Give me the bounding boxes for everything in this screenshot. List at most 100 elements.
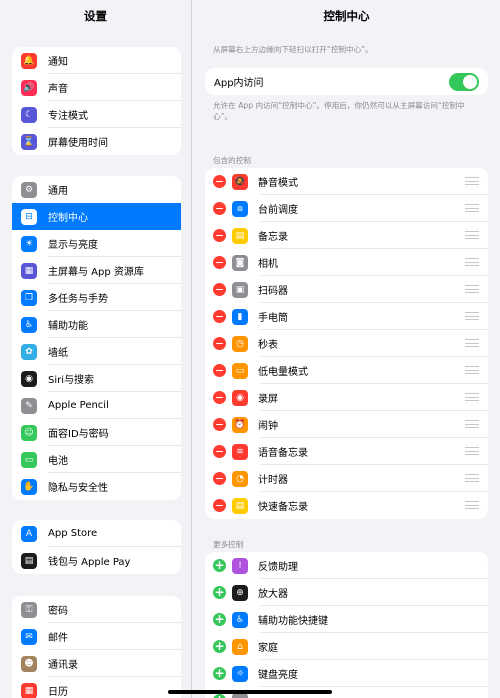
sidebar-item-speaker[interactable]: 🔊 声音 bbox=[12, 74, 181, 101]
sidebar-item-gear[interactable]: ⚙ 通用 bbox=[12, 176, 181, 203]
remove-control-button[interactable] bbox=[213, 283, 226, 296]
key-icon: ⚿ bbox=[21, 601, 37, 618]
notes-icon: ▤ bbox=[232, 227, 248, 244]
sidebar-item-label: 面容ID与密码 bbox=[48, 429, 109, 440]
reorder-handle-icon[interactable] bbox=[465, 366, 479, 377]
app-access-toggle[interactable] bbox=[449, 72, 479, 91]
sidebar-item-siri[interactable]: ◉ Siri与搜索 bbox=[12, 365, 181, 392]
sidebar-item-label: 邮件 bbox=[48, 633, 68, 644]
sidebar-group-store: A App Store ▤ 钱包与 Apple Pay bbox=[12, 520, 181, 574]
moon-icon: ☾ bbox=[21, 106, 37, 123]
siri-icon: ◉ bbox=[21, 370, 37, 387]
control-label: 录屏 bbox=[258, 394, 278, 405]
sidebar-item-key[interactable]: ⚿ 密码 bbox=[12, 596, 181, 623]
sun-icon: ☀ bbox=[21, 235, 37, 252]
sidebar-item-multitask[interactable]: ❐ 多任务与手势 bbox=[12, 284, 181, 311]
included-control-row: ≋ 语音备忘录 bbox=[205, 438, 488, 465]
remove-control-button[interactable] bbox=[213, 472, 226, 485]
keyboard-brightness-icon: ☼ bbox=[232, 665, 248, 682]
sidebar-item-flower[interactable]: ✿ 墙纸 bbox=[12, 338, 181, 365]
sidebar-item-moon[interactable]: ☾ 专注模式 bbox=[12, 101, 181, 128]
sidebar-item-calendar[interactable]: ▦ 日历 bbox=[12, 677, 181, 698]
sidebar-item-label: 通讯录 bbox=[48, 660, 78, 671]
add-control-button[interactable]: + bbox=[213, 559, 226, 572]
remove-control-button[interactable] bbox=[213, 445, 226, 458]
add-control-button[interactable]: + bbox=[213, 694, 226, 698]
remove-control-button[interactable] bbox=[213, 337, 226, 350]
sidebar-item-home-grid[interactable]: ▦ 主屏幕与 App 资源库 bbox=[12, 257, 181, 284]
sidebar-item-mail[interactable]: ✉ 邮件 bbox=[12, 623, 181, 650]
reorder-handle-icon[interactable] bbox=[465, 312, 479, 323]
reorder-handle-icon[interactable] bbox=[465, 177, 479, 188]
included-control-row: ⏰ 闹钟 bbox=[205, 411, 488, 438]
calendar-icon: ▦ bbox=[21, 682, 37, 698]
sidebar-item-label: Apple Pencil bbox=[48, 400, 109, 411]
sidebar-item-sun[interactable]: ☀ 显示与亮度 bbox=[12, 230, 181, 257]
add-control-button[interactable]: + bbox=[213, 586, 226, 599]
remove-control-button[interactable] bbox=[213, 202, 226, 215]
add-control-button[interactable]: + bbox=[213, 667, 226, 680]
control-center-pane: 控制中心 从屏幕右上方边缘向下轻扫以打开“控制中心”。 App内访问 允许在 A… bbox=[193, 0, 500, 698]
sidebar-item-pencil[interactable]: ✎ Apple Pencil bbox=[12, 392, 181, 419]
reorder-handle-icon[interactable] bbox=[465, 393, 479, 404]
included-header: 包含的控制 bbox=[213, 156, 251, 165]
add-control-button[interactable]: + bbox=[213, 640, 226, 653]
reorder-handle-icon[interactable] bbox=[465, 501, 479, 512]
sidebar-item-label: 主屏幕与 App 资源库 bbox=[48, 267, 144, 278]
accessibility-icon: ♿ bbox=[21, 316, 37, 333]
sidebar-item-toggles[interactable]: ⊟ 控制中心 bbox=[12, 203, 181, 230]
wallet-icon: ▤ bbox=[21, 552, 37, 569]
toggle-knob bbox=[463, 74, 477, 89]
app-access-label: App内访问 bbox=[214, 78, 264, 89]
sidebar-item-hourglass[interactable]: ⌛ 屏幕使用时间 bbox=[12, 128, 181, 155]
sidebar-item-label: 声音 bbox=[48, 84, 68, 95]
sidebar-item-label: 专注模式 bbox=[48, 111, 88, 122]
control-label: 放大器 bbox=[258, 589, 288, 600]
sidebar-item-battery[interactable]: ▭ 电池 bbox=[12, 446, 181, 473]
reorder-handle-icon[interactable] bbox=[465, 285, 479, 296]
reorder-handle-icon[interactable] bbox=[465, 204, 479, 215]
remove-control-button[interactable] bbox=[213, 229, 226, 242]
more-control-row: + ⊕ 放大器 bbox=[205, 579, 488, 606]
remove-control-button[interactable] bbox=[213, 364, 226, 377]
sidebar-item-accessibility[interactable]: ♿ 辅助功能 bbox=[12, 311, 181, 338]
battery-icon: ▭ bbox=[21, 451, 37, 468]
included-control-row: ▣ 扫码器 bbox=[205, 276, 488, 303]
bell-icon: 🔔 bbox=[21, 52, 37, 69]
control-label: 相机 bbox=[258, 259, 278, 270]
reorder-handle-icon[interactable] bbox=[465, 420, 479, 431]
sidebar-item-appstore[interactable]: A App Store bbox=[12, 520, 181, 547]
remove-control-button[interactable] bbox=[213, 499, 226, 512]
included-control-row: ▤ 备忘录 bbox=[205, 222, 488, 249]
reorder-handle-icon[interactable] bbox=[465, 258, 479, 269]
quick-note-icon: ▤ bbox=[232, 497, 248, 514]
reorder-handle-icon[interactable] bbox=[465, 447, 479, 458]
sidebar-item-label: Siri与搜索 bbox=[48, 375, 95, 386]
sidebar-item-label: 显示与亮度 bbox=[48, 240, 98, 251]
remove-control-button[interactable] bbox=[213, 418, 226, 431]
stage-manager-icon: ⧈ bbox=[232, 200, 248, 217]
add-control-button[interactable]: + bbox=[213, 613, 226, 626]
access-card: App内访问 bbox=[205, 68, 488, 95]
sidebar-item-label: 日历 bbox=[48, 687, 68, 698]
sidebar-item-faceid[interactable]: ☺ 面容ID与密码 bbox=[12, 419, 181, 446]
remove-control-button[interactable] bbox=[213, 391, 226, 404]
sidebar-item-contacts[interactable]: ☻ 通讯录 bbox=[12, 650, 181, 677]
remove-control-button[interactable] bbox=[213, 256, 226, 269]
sidebar-item-wallet[interactable]: ▤ 钱包与 Apple Pay bbox=[12, 547, 181, 574]
sidebar-item-label: 通知 bbox=[48, 57, 68, 68]
control-label: 闹钟 bbox=[258, 421, 278, 432]
remove-control-button[interactable] bbox=[213, 310, 226, 323]
sidebar-item-hand[interactable]: ✋ 隐私与安全性 bbox=[12, 473, 181, 500]
sidebar-item-bell[interactable]: 🔔 通知 bbox=[12, 47, 181, 74]
gear-icon: ⚙ bbox=[21, 181, 37, 198]
speaker-icon: 🔊 bbox=[21, 79, 37, 96]
reorder-handle-icon[interactable] bbox=[465, 231, 479, 242]
feedback-icon: ! bbox=[232, 557, 248, 574]
reorder-handle-icon[interactable] bbox=[465, 474, 479, 485]
remove-control-button[interactable] bbox=[213, 175, 226, 188]
home-grid-icon: ▦ bbox=[21, 262, 37, 279]
control-label: 台前调度 bbox=[258, 205, 298, 216]
more-control-row: + ☼ 键盘亮度 bbox=[205, 660, 488, 687]
reorder-handle-icon[interactable] bbox=[465, 339, 479, 350]
